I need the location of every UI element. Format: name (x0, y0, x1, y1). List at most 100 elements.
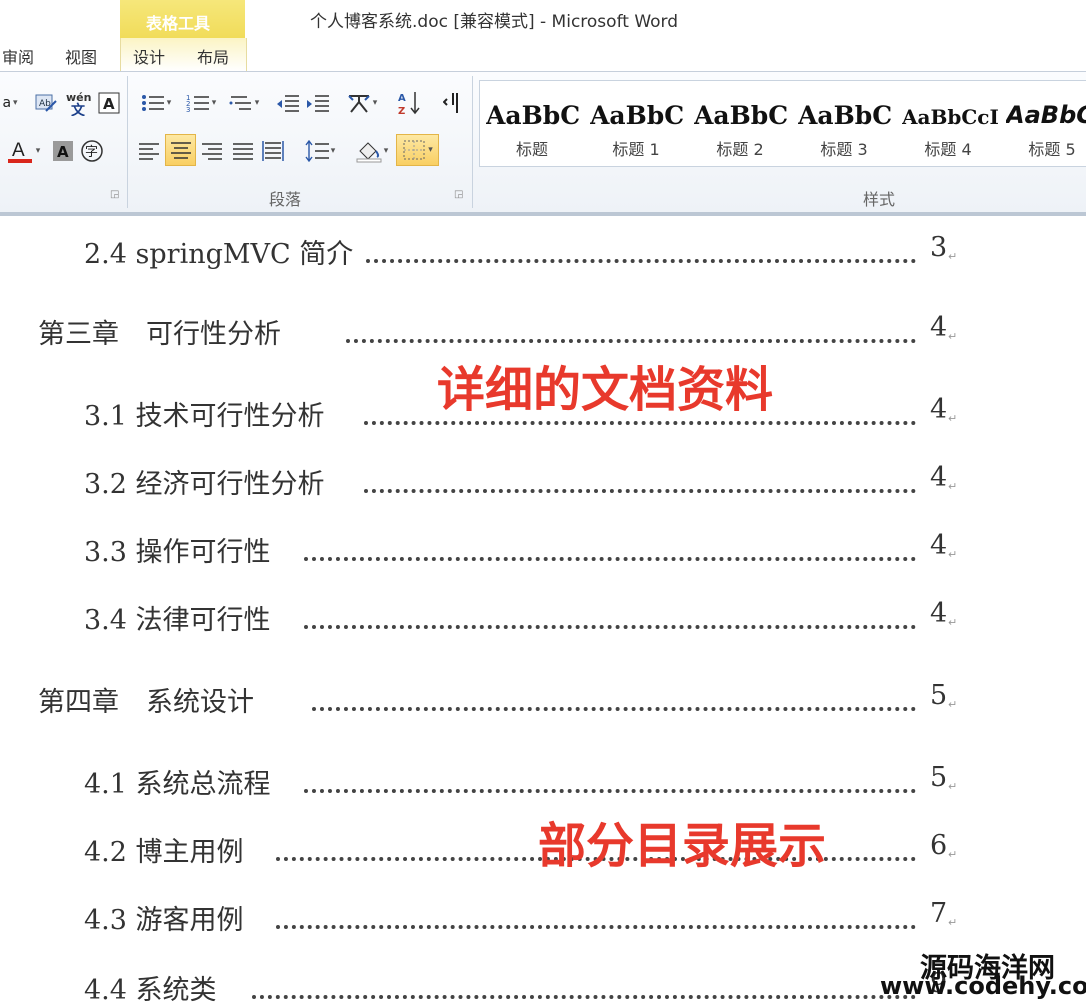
paragraph-dialog-launcher-icon[interactable]: ◲ (454, 189, 463, 200)
svg-text:文: 文 (71, 102, 86, 116)
font-size-dropdown[interactable]: a ▾ (0, 88, 20, 118)
svg-text:字: 字 (85, 145, 98, 160)
sort-icon[interactable]: AZ (396, 88, 424, 118)
paragraph-mark-icon: ↵ (948, 916, 958, 929)
svg-text:3: 3 (186, 106, 190, 113)
toc-entry[interactable]: 第三章 可行性分析 4 ↵ (0, 312, 1086, 352)
style-name: 标题 3 (820, 140, 868, 159)
tab-view[interactable]: 视图 (65, 44, 97, 68)
toc-leader (364, 489, 916, 493)
style-sample: AaBbC (486, 101, 581, 130)
svg-text:A: A (398, 93, 406, 104)
multilevel-list-button[interactable]: ▾ (224, 88, 264, 118)
show-hide-marks-icon[interactable] (440, 88, 468, 118)
toc-entry-text: 4.3 游客用例 (84, 905, 244, 936)
align-left-icon[interactable] (135, 136, 163, 166)
style-heading-3[interactable]: AaBbC 标题 3 (792, 81, 896, 166)
toc-page-number: 4 (930, 530, 948, 561)
paragraph-mark-icon: ↵ (948, 698, 958, 711)
tab-review[interactable]: 审阅 (2, 44, 34, 68)
style-title[interactable]: AaBbC 标题 (480, 81, 584, 166)
toc-leader (304, 789, 916, 793)
toc-entry-text: 2.4 springMVC 简介 (84, 239, 354, 270)
toc-entry-text: 4.2 博主用例 (84, 837, 244, 868)
toc-page-number: 4 (930, 394, 948, 425)
toc-page-number: 5 (930, 680, 948, 711)
borders-button[interactable]: ▾ (396, 134, 439, 166)
toc-entry[interactable]: 3.3 操作可行性 4 ↵ (0, 530, 1086, 570)
ribbon-tabs: 审阅 视图 设计 布局 (0, 38, 1086, 71)
toc-page-number: 4 (930, 462, 948, 493)
pinyin-guide-icon[interactable]: wén 文 (64, 88, 94, 118)
chinese-layout-button[interactable]: ▾ (342, 88, 382, 118)
align-right-icon[interactable] (198, 136, 226, 166)
toc-entry-text: 第四章 系统设计 (38, 687, 254, 718)
numbering-button[interactable]: 1 2 3 ▾ (180, 88, 222, 118)
toc-leader (366, 259, 916, 263)
paragraph-mark-icon: ↵ (948, 250, 958, 263)
toc-entry[interactable]: 2.4 springMVC 简介 3 ↵ (0, 232, 1086, 272)
window-title: 个人博客系统.doc [兼容模式] - Microsoft Word (310, 12, 679, 32)
decrease-indent-icon[interactable] (274, 88, 302, 118)
style-heading-5[interactable]: AaBbC 标题 5 (1000, 81, 1086, 166)
paragraph-mark-icon: ↵ (948, 480, 958, 493)
toc-page-number: 5 (930, 762, 948, 793)
table-tools-label: 表格工具 (146, 14, 211, 33)
toc-entry-text: 3.1 技术可行性分析 (84, 401, 325, 432)
style-name: 标题 1 (612, 140, 660, 159)
toc-entry[interactable]: 3.4 法律可行性 4 ↵ (0, 598, 1086, 638)
toc-entry[interactable]: 第四章 系统设计 5 ↵ (0, 680, 1086, 720)
toc-page-number: 7 (930, 898, 948, 929)
paragraph-group-label: 段落 (269, 190, 302, 209)
line-spacing-button[interactable]: ▾ (300, 136, 340, 166)
toc-leader (304, 625, 916, 629)
style-heading-1[interactable]: AaBbC 标题 1 (584, 81, 688, 166)
distributed-align-icon[interactable] (259, 136, 287, 166)
promo-overlay-top: 详细的文档资料 (437, 362, 774, 418)
toc-page-number: 4 (930, 598, 948, 629)
ribbon: a ▾ Ab wén 文 A A ▾ A 字 ◲ ▾ 1 2 3 ▾ ▾ ▾ AZ (0, 71, 1086, 213)
svg-text:A: A (12, 140, 25, 161)
shading-button[interactable]: ▾ (352, 136, 392, 166)
font-dialog-launcher-icon[interactable]: ◲ (110, 189, 119, 200)
toc-leader (312, 707, 916, 711)
styles-group-label: 样式 (863, 190, 896, 209)
toc-leader (252, 995, 916, 999)
toc-entry[interactable]: 4.1 系统总流程 5 ↵ (0, 762, 1086, 802)
toc-entry[interactable]: 4.3 游客用例 7 ↵ (0, 898, 1086, 938)
promo-overlay-bottom: 部分目录展示 (538, 818, 827, 874)
toc-entry-text: 3.2 经济可行性分析 (84, 469, 325, 500)
paragraph-mark-icon: ↵ (948, 412, 958, 425)
paragraph-mark-icon: ↵ (948, 548, 958, 561)
align-center-button[interactable] (165, 134, 196, 166)
toc-entry[interactable]: 3.2 经济可行性分析 4 ↵ (0, 462, 1086, 502)
toc-entry-text: 第三章 可行性分析 (38, 319, 281, 350)
style-heading-2[interactable]: AaBbC 标题 2 (688, 81, 792, 166)
style-name: 标题 2 (716, 140, 764, 159)
character-border-icon[interactable]: A (96, 88, 122, 118)
style-sample: AaBbC (1006, 101, 1086, 129)
styles-gallery: AaBbC 标题 AaBbC 标题 1 AaBbC 标题 2 AaBbC 标题 … (479, 80, 1086, 167)
style-sample: AaBbC (590, 101, 685, 130)
tab-design[interactable]: 设计 (133, 44, 165, 68)
style-heading-4[interactable]: AaBbCcI 标题 4 (896, 81, 1000, 166)
phonetic-guide-icon[interactable]: Ab (32, 88, 60, 118)
justify-icon[interactable] (229, 136, 257, 166)
group-separator (472, 76, 473, 208)
tab-layout[interactable]: 布局 (197, 44, 229, 68)
paragraph-mark-icon: ↵ (948, 330, 958, 343)
toc-page-number: 6 (930, 830, 948, 861)
font-color-button[interactable]: A ▾ (2, 136, 44, 166)
style-name: 标题 4 (924, 140, 972, 159)
style-sample: AaBbCcI (902, 105, 998, 129)
character-shading-icon[interactable]: A (50, 136, 76, 166)
bullets-button[interactable]: ▾ (135, 88, 177, 118)
paragraph-mark-icon: ↵ (948, 780, 958, 793)
enclose-characters-icon[interactable]: 字 (78, 136, 106, 166)
style-sample: AaBbC (798, 101, 893, 130)
increase-indent-icon[interactable] (304, 88, 332, 118)
document-area[interactable]: 2.4 springMVC 简介 3 ↵ 第三章 可行性分析 4 ↵ 3.1 技… (0, 216, 1086, 1006)
toc-leader (276, 925, 916, 929)
toc-entry-text: 3.4 法律可行性 (84, 605, 271, 636)
toc-leader (346, 339, 916, 343)
